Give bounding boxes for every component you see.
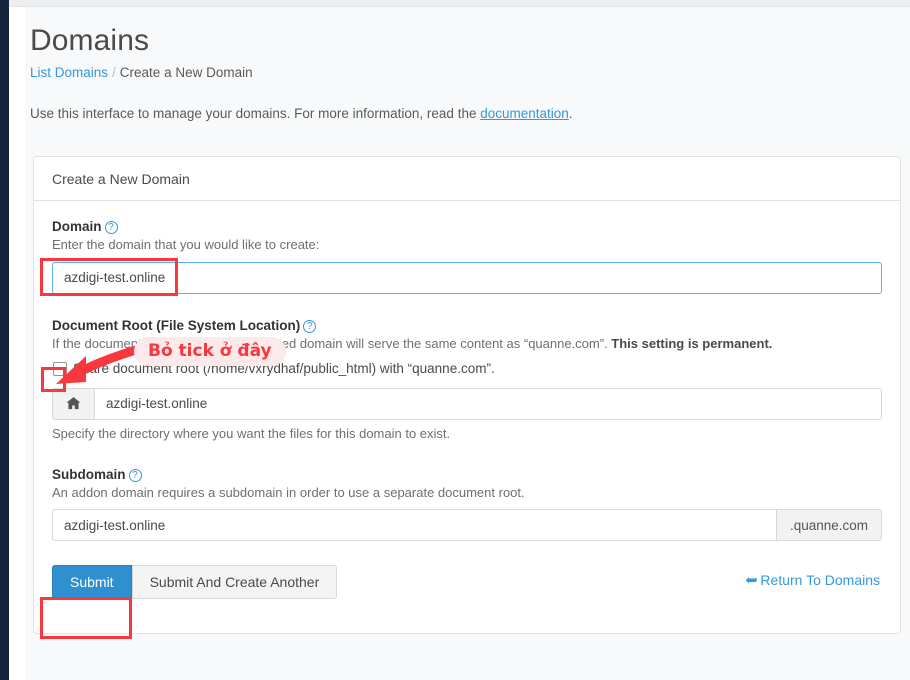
- subdomain-suffix-addon: .quanne.com: [776, 509, 882, 542]
- subdomain-label-text: Subdomain: [52, 466, 126, 482]
- action-button-row: Submit Submit And Create Another ➥ Return…: [52, 565, 882, 600]
- top-bar-strip: [9, 0, 910, 7]
- back-arrow-icon: ➥: [744, 572, 758, 590]
- sidebar-rail: [0, 0, 9, 680]
- help-circle-icon[interactable]: ?: [104, 221, 118, 234]
- document-root-label: Document Root (File System Location)?: [52, 318, 882, 333]
- sidebar-gap: [9, 0, 25, 680]
- share-document-root-label: Share document root (/home/vxrydhaf/publ…: [73, 360, 495, 376]
- subdomain-input-group: .quanne.com: [52, 509, 882, 542]
- document-root-input[interactable]: [94, 387, 882, 420]
- document-root-label-text: Document Root (File System Location): [52, 317, 301, 333]
- subdomain-field-group: Subdomain? An addon domain requires a su…: [52, 467, 882, 542]
- breadcrumb: List Domains / Create a New Domain: [25, 58, 910, 80]
- page-title: Domains: [30, 24, 150, 57]
- subdomain-description: An addon domain requires a subdomain in …: [52, 484, 525, 500]
- document-root-input-group: [52, 387, 882, 420]
- return-to-domains-label: Return To Domains: [760, 572, 880, 589]
- submit-button[interactable]: Submit: [52, 565, 132, 600]
- subdomain-label: Subdomain?: [52, 467, 882, 482]
- documentation-link[interactable]: documentation: [480, 106, 569, 121]
- domain-label: Domain?: [52, 219, 882, 234]
- submit-and-create-another-button[interactable]: Submit And Create Another: [131, 565, 338, 600]
- intro-text: Use this interface to manage your domain…: [25, 80, 910, 121]
- domain-description: Enter the domain that you would like to …: [52, 237, 320, 252]
- create-domain-panel: Create a New Domain Domain? Enter the do…: [33, 156, 901, 635]
- domain-label-text: Domain: [52, 219, 102, 234]
- subdomain-input[interactable]: [52, 509, 777, 542]
- intro-text-after: .: [568, 106, 573, 121]
- breadcrumb-separator: /: [112, 65, 116, 80]
- help-circle-icon[interactable]: ?: [303, 319, 317, 333]
- domain-field-group: Domain? Enter the domain that you would …: [52, 219, 882, 294]
- breadcrumb-current: Create a New Domain: [119, 65, 253, 80]
- intro-text-before: Use this interface to manage your domain…: [30, 106, 481, 121]
- home-icon: [52, 387, 94, 420]
- share-document-root-checkbox[interactable]: [53, 361, 67, 376]
- help-circle-icon[interactable]: ?: [128, 468, 142, 482]
- document-root-description-bold: This setting is permanent.: [611, 335, 773, 351]
- panel-heading: Create a New Domain: [34, 157, 900, 201]
- domain-input[interactable]: [52, 261, 882, 294]
- panel-body: Domain? Enter the domain that you would …: [34, 201, 900, 633]
- document-root-hint: Specify the directory where you want the…: [52, 425, 451, 441]
- annotation-label-untick: Bỏ tick ở đây: [134, 337, 286, 366]
- return-to-domains-link[interactable]: ➥ Return To Domains: [745, 571, 880, 589]
- breadcrumb-link-list-domains[interactable]: List Domains: [30, 65, 108, 80]
